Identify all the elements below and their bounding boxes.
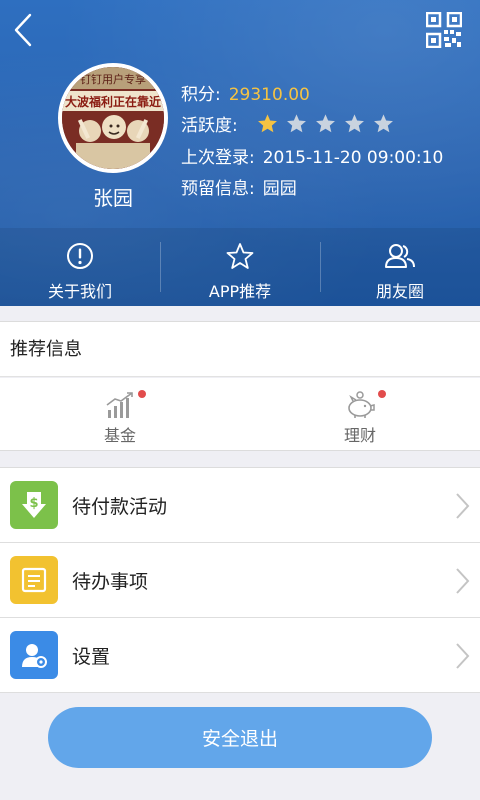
user-settings-icon [10, 631, 58, 679]
star-empty-icon [374, 114, 394, 133]
last-login-line: 上次登录: 2015-11-20 09:00:10 [181, 143, 443, 168]
fund-label: 基金 [103, 426, 136, 445]
moments-button[interactable]: 朋友圈 [320, 228, 480, 306]
username: 张园 [93, 186, 133, 210]
menu-item-label: 待办事项 [72, 570, 149, 593]
back-button[interactable] [6, 10, 40, 50]
info-circle-icon [67, 243, 93, 269]
avatar-top-text: 钉钉用户专享 [80, 72, 146, 86]
last-login-value: 2015-11-20 09:00:10 [262, 148, 444, 168]
avatar-image: 钉钉用户专享 大波福利正在靠近 [62, 67, 164, 169]
activity-line: 活跃度: [181, 111, 394, 136]
piggy-bank-icon [348, 391, 375, 418]
app-recommend-button[interactable]: APP推荐 [160, 228, 320, 306]
activity-label: 活跃度: [181, 116, 238, 136]
menu-item-label: 待付款活动 [72, 495, 168, 518]
star-empty-icon [316, 114, 336, 133]
about-us-button[interactable]: 关于我们 [0, 228, 160, 306]
qr-code-icon[interactable] [426, 12, 462, 48]
todo-list-icon [10, 556, 58, 604]
moments-label: 朋友圈 [375, 282, 424, 301]
people-icon [385, 244, 415, 268]
recommend-section-title: 推荐信息 [0, 321, 480, 377]
menu-item-settings[interactable]: 设置 [0, 618, 480, 693]
star-empty-icon [287, 114, 307, 133]
reserved-info-label: 预留信息: [181, 179, 255, 199]
score-line: 积分: 29310.00 [181, 80, 310, 105]
svg-text:$: $ [29, 496, 38, 511]
avatar[interactable]: 钉钉用户专享 大波福利正在靠近 [58, 63, 168, 173]
activity-rating [257, 113, 394, 134]
quick-actions-bar: 关于我们 APP推荐 朋友圈 [0, 228, 480, 306]
wealth-badge [378, 390, 386, 398]
score-label: 积分: [181, 85, 221, 105]
star-outline-icon [226, 243, 254, 269]
menu-item-label: 设置 [72, 645, 111, 668]
fund-badge [138, 390, 146, 398]
reserved-info-value: 园园 [262, 179, 297, 199]
avatar-banner-text: 大波福利正在靠近 [65, 94, 161, 109]
wealth-item[interactable]: 理财 [240, 378, 480, 450]
chart-bars-icon [106, 392, 133, 418]
wealth-label: 理财 [343, 426, 376, 445]
chevron-left-icon [14, 13, 32, 47]
star-filled-icon [258, 114, 278, 133]
about-us-label: 关于我们 [47, 282, 112, 301]
reserved-info-line: 预留信息: 园园 [181, 174, 297, 199]
logout-button[interactable]: 安全退出 [48, 707, 432, 768]
menu-item-todo[interactable]: 待办事项 [0, 543, 480, 618]
star-empty-icon [345, 114, 365, 133]
chevron-right-icon [456, 643, 470, 669]
recommend-bar: 基金 理财 [0, 378, 480, 451]
chevron-right-icon [456, 493, 470, 519]
last-login-label: 上次登录: [181, 148, 255, 168]
menu-item-pending-payment[interactable]: $ 待付款活动 [0, 468, 480, 543]
score-value: 29310.00 [228, 85, 310, 105]
payment-download-icon: $ [10, 481, 58, 529]
profile-header: 钉钉用户专享 大波福利正在靠近 张园 积分: 29310.00 活跃度: 上次登录… [0, 0, 480, 306]
chevron-right-icon [456, 568, 470, 594]
app-recommend-label: APP推荐 [208, 282, 272, 301]
menu-list: $ 待付款活动 待办事项 设置 [0, 467, 480, 693]
fund-item[interactable]: 基金 [0, 378, 240, 450]
